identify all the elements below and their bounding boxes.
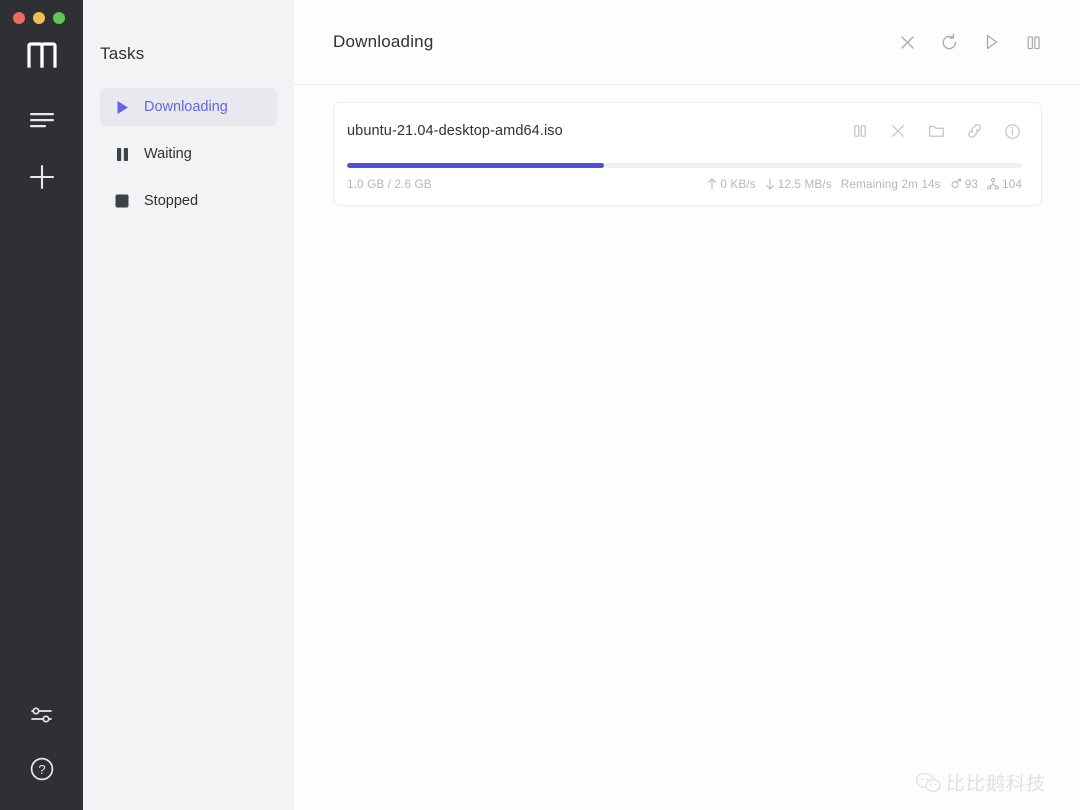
navigation-rail: ? xyxy=(0,0,83,810)
delete-task-button[interactable] xyxy=(888,121,908,141)
download-task-meta: 1.0 GB / 2.6 GB 0 KB/s 12.5 MB/s Remaini… xyxy=(347,177,1022,191)
close-icon xyxy=(892,125,904,137)
download-size-label: 1.0 GB / 2.6 GB xyxy=(347,177,432,191)
upload-speed-value: 0 KB/s xyxy=(720,177,756,191)
rail-preferences-button[interactable] xyxy=(0,696,83,734)
task-list-icon xyxy=(29,113,54,128)
pause-task-button[interactable] xyxy=(850,121,870,141)
app-logo-icon xyxy=(0,42,83,73)
close-all-button[interactable] xyxy=(896,31,918,53)
rail-add-task-button[interactable] xyxy=(0,158,83,196)
preferences-icon xyxy=(30,707,52,723)
download-task-card[interactable]: ubuntu-21.04-desktop-amd64.iso 1.0 GB / … xyxy=(333,102,1042,206)
window-traffic-lights xyxy=(13,12,65,24)
download-speed-stat: 12.5 MB/s xyxy=(765,177,832,191)
tasks-sidebar-title: Tasks xyxy=(100,44,145,63)
task-info-button[interactable] xyxy=(1002,121,1022,141)
rail-task-list-button[interactable] xyxy=(0,100,83,138)
close-icon xyxy=(900,35,914,49)
resume-all-button[interactable] xyxy=(980,31,1002,53)
download-task-actions xyxy=(850,121,1022,141)
sidebar-item-label: Stopped xyxy=(144,193,199,209)
tasks-sidebar: Tasks Downloading Waiting Stopped xyxy=(83,0,294,810)
peers-value: 104 xyxy=(1002,177,1022,191)
pause-icon xyxy=(113,145,131,163)
download-speed-value: 12.5 MB/s xyxy=(777,177,832,191)
stop-icon xyxy=(113,192,131,210)
wechat-icon xyxy=(915,772,941,792)
open-folder-button[interactable] xyxy=(926,121,946,141)
sidebar-item-waiting[interactable]: Waiting xyxy=(100,135,277,173)
peers-stat: 104 xyxy=(987,177,1022,191)
tasks-sidebar-list: Downloading Waiting Stopped xyxy=(83,88,294,220)
peers-icon xyxy=(987,178,999,190)
sidebar-item-stopped[interactable]: Stopped xyxy=(100,182,277,220)
sidebar-item-label: Waiting xyxy=(144,146,192,162)
remaining-time-value: Remaining 2m 14s xyxy=(840,177,941,191)
download-stats: 0 KB/s 12.5 MB/s Remaining 2m 14s 93 104 xyxy=(707,177,1022,191)
upload-speed-stat: 0 KB/s xyxy=(707,177,756,191)
pause-icon xyxy=(854,125,866,137)
refresh-button[interactable] xyxy=(938,31,960,53)
link-icon xyxy=(967,124,981,138)
close-window-button[interactable] xyxy=(13,12,25,24)
pause-icon xyxy=(1027,35,1040,49)
remaining-time-stat: Remaining 2m 14s xyxy=(841,177,941,191)
app-window: ? Tasks Downloading Waiting Stopped Down… xyxy=(0,0,1080,810)
page-title: Downloading xyxy=(333,32,434,51)
seeders-value: 93 xyxy=(964,177,979,191)
info-icon xyxy=(1004,123,1020,139)
seeders-stat: 93 xyxy=(950,177,978,191)
maximize-window-button[interactable] xyxy=(53,12,65,24)
pause-all-button[interactable] xyxy=(1022,31,1044,53)
add-task-icon xyxy=(29,164,54,190)
download-progress-bar xyxy=(347,163,1022,168)
header-actions xyxy=(896,31,1044,53)
folder-icon xyxy=(928,125,944,137)
arrow-down-icon xyxy=(765,178,774,190)
download-progress-fill xyxy=(347,163,604,168)
play-icon xyxy=(113,98,131,116)
minimize-window-button[interactable] xyxy=(33,12,45,24)
rail-help-button[interactable]: ? xyxy=(0,750,83,788)
watermark-text: 比比鹅科技 xyxy=(945,773,1047,795)
seeders-icon xyxy=(951,178,961,189)
svg-text:?: ? xyxy=(38,762,45,777)
task-card-area: ubuntu-21.04-desktop-amd64.iso 1.0 GB / … xyxy=(294,85,1080,206)
download-task-header: ubuntu-21.04-desktop-amd64.iso xyxy=(347,121,1022,141)
refresh-icon xyxy=(942,33,956,49)
arrow-up-icon xyxy=(708,178,717,190)
main-content: Downloading ubuntu-21.04-desktop-amd64.i… xyxy=(294,0,1080,810)
sidebar-item-label: Downloading xyxy=(144,99,228,115)
play-icon xyxy=(986,34,997,50)
sidebar-item-downloading[interactable]: Downloading xyxy=(100,88,277,126)
copy-link-button[interactable] xyxy=(964,121,984,141)
main-header: Downloading xyxy=(294,0,1080,85)
watermark: 比比鹅科技 xyxy=(915,769,1047,796)
help-icon: ? xyxy=(30,757,53,781)
download-file-name: ubuntu-21.04-desktop-amd64.iso xyxy=(347,123,563,139)
